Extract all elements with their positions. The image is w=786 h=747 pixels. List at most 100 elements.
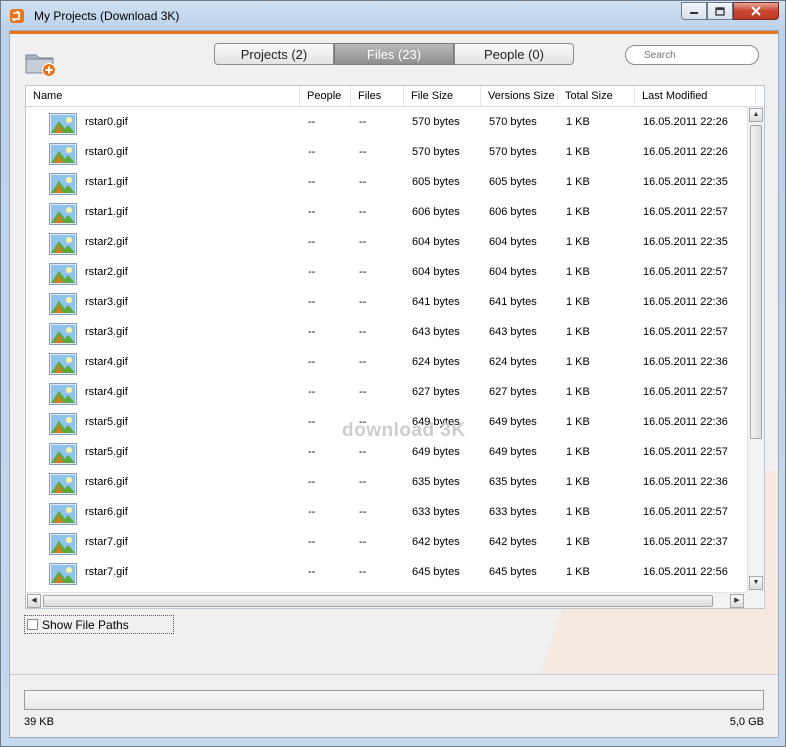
checkbox-box[interactable] bbox=[27, 619, 38, 630]
scroll-down-button[interactable]: ▼ bbox=[749, 576, 763, 590]
app-window: My Projects (Download 3K) Projects (2) F… bbox=[0, 0, 786, 747]
cell-versions-size: 570 bytes bbox=[489, 116, 537, 128]
cell-people: -- bbox=[308, 536, 316, 548]
title-bar[interactable]: My Projects (Download 3K) bbox=[1, 1, 785, 30]
column-header-versions-size[interactable]: Versions Size bbox=[481, 86, 558, 106]
cell-people: -- bbox=[308, 476, 316, 488]
column-header-files[interactable]: Files bbox=[351, 86, 404, 106]
cell-modified: 16.05.2011 22:36 bbox=[643, 296, 728, 308]
table-body: rstar0.gif -- -- 570 bytes 570 bytes 1 KB 16.0… bbox=[26, 107, 746, 592]
cell-people: -- bbox=[308, 506, 316, 518]
cell-modified: 16.05.2011 22:56 bbox=[643, 566, 728, 578]
accent-line bbox=[10, 31, 778, 34]
cell-versions-size: 633 bytes bbox=[489, 506, 537, 518]
cell-modified: 16.05.2011 22:57 bbox=[643, 446, 728, 458]
scroll-right-button[interactable]: ▶ bbox=[730, 594, 744, 608]
file-name: rstar5.gif bbox=[85, 446, 128, 458]
cell-versions-size: 604 bytes bbox=[489, 266, 537, 278]
table-row[interactable]: rstar2.gif -- -- 604 bytes 604 bytes 1 KB 16.0… bbox=[26, 227, 746, 257]
horizontal-scrollbar[interactable]: ◀ ▶ bbox=[26, 592, 747, 608]
vertical-scroll-thumb[interactable] bbox=[750, 125, 762, 439]
table-row[interactable]: rstar6.gif -- -- 635 bytes 635 bytes 1 KB 16.0… bbox=[26, 467, 746, 497]
cell-modified: 16.05.2011 22:35 bbox=[643, 176, 728, 188]
file-name: rstar0.gif bbox=[85, 116, 128, 128]
table-row[interactable]: rstar2.gif -- -- 604 bytes 604 bytes 1 KB 16.0… bbox=[26, 257, 746, 287]
image-file-icon bbox=[49, 383, 77, 405]
scroll-corner bbox=[747, 592, 763, 608]
cell-total-size: 1 KB bbox=[566, 296, 590, 308]
table-row[interactable]: rstar1.gif -- -- 605 bytes 605 bytes 1 KB 16.0… bbox=[26, 167, 746, 197]
close-button[interactable] bbox=[733, 2, 779, 20]
maximize-button[interactable] bbox=[707, 2, 733, 20]
cell-total-size: 1 KB bbox=[566, 146, 590, 158]
app-icon bbox=[10, 9, 24, 23]
file-name: rstar3.gif bbox=[85, 296, 128, 308]
file-name: rstar7.gif bbox=[85, 536, 128, 548]
cell-files: -- bbox=[359, 356, 367, 368]
minimize-button[interactable] bbox=[681, 2, 707, 20]
cell-versions-size: 604 bytes bbox=[489, 236, 537, 248]
storage-progress-bar bbox=[24, 690, 764, 710]
table-row[interactable]: rstar0.gif -- -- 570 bytes 570 bytes 1 KB 16.0… bbox=[26, 107, 746, 137]
cell-files: -- bbox=[359, 146, 367, 158]
table-row[interactable]: rstar7.gif -- -- 642 bytes 642 bytes 1 KB 16.0… bbox=[26, 527, 746, 557]
image-file-icon bbox=[49, 443, 77, 465]
cell-file-size: 645 bytes bbox=[412, 566, 460, 578]
vertical-scrollbar[interactable]: ▲ ▼ bbox=[747, 107, 764, 592]
table-row[interactable]: rstar1.gif -- -- 606 bytes 606 bytes 1 KB 16.0… bbox=[26, 197, 746, 227]
file-name: rstar1.gif bbox=[85, 206, 128, 218]
column-header-file-size[interactable]: File Size bbox=[404, 86, 481, 106]
table-row[interactable]: rstar4.gif -- -- 624 bytes 624 bytes 1 KB 16.0… bbox=[26, 347, 746, 377]
status-bar: 39 KB 5,0 GB bbox=[10, 674, 778, 737]
cell-modified: 16.05.2011 22:36 bbox=[643, 356, 728, 368]
table-row[interactable]: rstar6.gif -- -- 633 bytes 633 bytes 1 KB 16.0… bbox=[26, 497, 746, 527]
cell-people: -- bbox=[308, 206, 316, 218]
file-name: rstar1.gif bbox=[85, 176, 128, 188]
cell-versions-size: 570 bytes bbox=[489, 146, 537, 158]
cell-files: -- bbox=[359, 296, 367, 308]
show-file-paths-checkbox[interactable]: Show File Paths bbox=[24, 615, 174, 634]
horizontal-scroll-thumb[interactable] bbox=[43, 595, 713, 607]
image-file-icon bbox=[49, 263, 77, 285]
tab-projects[interactable]: Projects (2) bbox=[214, 43, 334, 65]
cell-modified: 16.05.2011 22:57 bbox=[643, 506, 728, 518]
add-folder-icon[interactable] bbox=[24, 47, 58, 77]
cell-people: -- bbox=[308, 266, 316, 278]
cell-versions-size: 606 bytes bbox=[489, 206, 537, 218]
cell-people: -- bbox=[308, 566, 316, 578]
column-header-people[interactable]: People bbox=[300, 86, 351, 106]
tab-files[interactable]: Files (23) bbox=[334, 43, 454, 65]
scroll-up-button[interactable]: ▲ bbox=[749, 108, 763, 122]
table-header: Name People Files File Size Versions Siz… bbox=[26, 86, 764, 107]
cell-file-size: 627 bytes bbox=[412, 386, 460, 398]
table-row[interactable]: rstar3.gif -- -- 641 bytes 641 bytes 1 KB 16.0… bbox=[26, 287, 746, 317]
cell-file-size: 642 bytes bbox=[412, 536, 460, 548]
window-title: My Projects (Download 3K) bbox=[34, 9, 180, 23]
table-row[interactable]: rstar0.gif -- -- 570 bytes 570 bytes 1 KB 16.0… bbox=[26, 137, 746, 167]
column-header-last-modified[interactable]: Last Modified bbox=[635, 86, 756, 106]
cell-modified: 16.05.2011 22:26 bbox=[643, 116, 728, 128]
cell-modified: 16.05.2011 22:57 bbox=[643, 326, 728, 338]
scroll-left-button[interactable]: ◀ bbox=[27, 594, 41, 608]
cell-versions-size: 645 bytes bbox=[489, 566, 537, 578]
image-file-icon bbox=[49, 143, 77, 165]
column-header-name[interactable]: Name bbox=[26, 86, 300, 106]
tab-people-label: People (0) bbox=[484, 46, 544, 62]
cell-versions-size: 624 bytes bbox=[489, 356, 537, 368]
tab-people[interactable]: People (0) bbox=[454, 43, 574, 65]
cell-modified: 16.05.2011 22:26 bbox=[643, 146, 728, 158]
search-input[interactable] bbox=[625, 45, 759, 65]
cell-file-size: 643 bytes bbox=[412, 326, 460, 338]
tab-projects-label: Projects (2) bbox=[240, 46, 308, 62]
cell-total-size: 1 KB bbox=[566, 266, 590, 278]
cell-total-size: 1 KB bbox=[566, 236, 590, 248]
table-row[interactable]: rstar3.gif -- -- 643 bytes 643 bytes 1 KB 16.0… bbox=[26, 317, 746, 347]
table-row[interactable]: rstar4.gif -- -- 627 bytes 627 bytes 1 KB 16.0… bbox=[26, 377, 746, 407]
cell-people: -- bbox=[308, 236, 316, 248]
column-header-total-size[interactable]: Total Size bbox=[558, 86, 635, 106]
table-row[interactable]: rstar7.gif -- -- 645 bytes 645 bytes 1 KB 16.0… bbox=[26, 557, 746, 587]
image-file-icon bbox=[49, 563, 77, 585]
cell-total-size: 1 KB bbox=[566, 116, 590, 128]
close-icon bbox=[751, 6, 761, 16]
image-file-icon bbox=[49, 413, 77, 435]
